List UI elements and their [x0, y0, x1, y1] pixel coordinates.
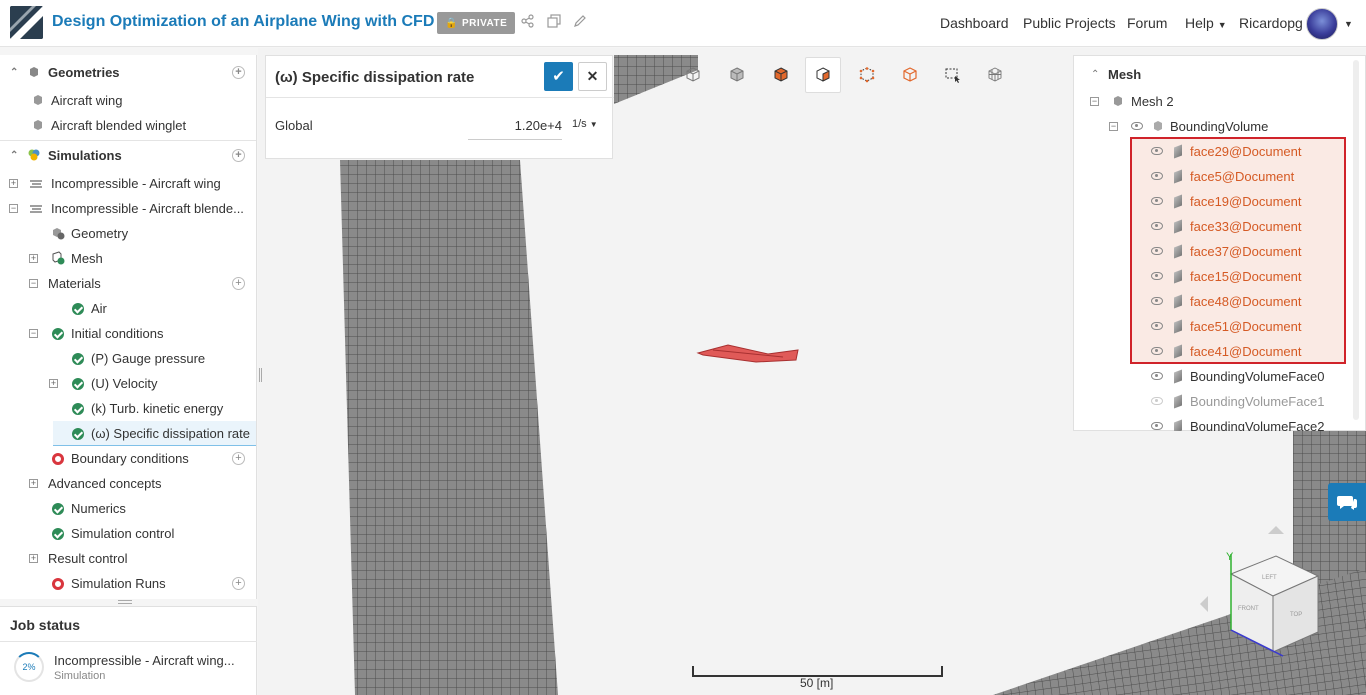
- face-icon: [1174, 294, 1182, 309]
- scene-face-row[interactable]: face37@Document: [1131, 239, 1345, 264]
- tree-boundary-conditions-label: Boundary conditions: [71, 451, 189, 466]
- axis-y-label: Y: [1226, 551, 1234, 563]
- chat-button[interactable]: [1328, 483, 1366, 521]
- scene-face-label: face33@Document: [1190, 219, 1302, 234]
- face-list: face29@Document face5@Document face19@Docu…: [0, 0, 1366, 431]
- eye-icon[interactable]: [1151, 222, 1163, 230]
- eye-icon[interactable]: [1151, 147, 1163, 155]
- face-icon: [1174, 369, 1182, 384]
- scene-face-label: face15@Document: [1190, 269, 1302, 284]
- tree-result-control[interactable]: + Result control: [0, 546, 256, 571]
- panel-resize-handle[interactable]: [118, 600, 132, 604]
- eye-icon[interactable]: [1151, 322, 1163, 330]
- face-icon: [1174, 319, 1182, 334]
- scene-face-row[interactable]: face33@Document: [1131, 214, 1345, 239]
- tree-simulation-control-label: Simulation control: [71, 526, 175, 541]
- face-icon: [1174, 269, 1182, 284]
- scale-label: 50 [m]: [800, 676, 834, 690]
- check-circle-icon: [52, 528, 64, 540]
- add-simulation-run-button[interactable]: +: [232, 577, 245, 590]
- face-icon: [1174, 194, 1182, 209]
- eye-icon[interactable]: [1151, 272, 1163, 280]
- tree-result-control-label: Result control: [48, 551, 128, 566]
- scene-face-label: face37@Document: [1190, 244, 1302, 259]
- expand-icon[interactable]: +: [29, 479, 38, 488]
- job-type: Simulation: [54, 670, 106, 682]
- scene-face-label: face29@Document: [1190, 144, 1302, 159]
- job-status-panel: Job status 2% Incompressible - Aircraft …: [0, 606, 257, 695]
- scene-face-row[interactable]: face41@Document: [1131, 339, 1345, 364]
- scene-face-label: face5@Document: [1190, 169, 1295, 184]
- eye-icon[interactable]: [1151, 347, 1163, 355]
- tree-advanced-concepts[interactable]: + Advanced concepts: [0, 471, 256, 496]
- chat-icon: [1337, 496, 1357, 510]
- cube-face-top: TOP: [1290, 612, 1302, 618]
- scene-face-label: face19@Document: [1190, 194, 1302, 209]
- face-icon: [1174, 244, 1182, 259]
- cube-face-left: LEFT: [1262, 575, 1277, 581]
- eye-icon[interactable]: [1151, 372, 1163, 380]
- scene-bv-face-label: BoundingVolumeFace1: [1190, 394, 1325, 409]
- scene-face-label: face41@Document: [1190, 344, 1302, 359]
- eye-icon[interactable]: [1151, 297, 1163, 305]
- add-boundary-condition-button[interactable]: +: [232, 452, 245, 465]
- eye-icon[interactable]: [1151, 422, 1163, 430]
- tree-advanced-concepts-label: Advanced concepts: [48, 476, 162, 491]
- face-icon: [1174, 419, 1182, 431]
- scene-bv-face-row[interactable]: BoundingVolumeFace0: [1131, 364, 1345, 389]
- check-circle-icon: [52, 503, 64, 515]
- scene-face-row[interactable]: face5@Document: [1131, 164, 1345, 189]
- tree-boundary-conditions[interactable]: Boundary conditions +: [0, 446, 256, 471]
- face-icon: [1174, 144, 1182, 159]
- eye-icon[interactable]: [1151, 197, 1163, 205]
- scene-scrollbar[interactable]: [1353, 60, 1359, 420]
- scene-face-row[interactable]: face29@Document: [1131, 139, 1345, 164]
- tree-simulation-runs[interactable]: Simulation Runs +: [0, 571, 256, 596]
- tree-simulation-control[interactable]: Simulation control: [0, 521, 256, 546]
- scene-face-row[interactable]: face15@Document: [1131, 264, 1345, 289]
- face-icon: [1174, 169, 1182, 184]
- eye-icon[interactable]: [1151, 397, 1163, 405]
- view-cube[interactable]: LEFT FRONT TOP Y: [1198, 524, 1328, 674]
- face-icon: [1174, 344, 1182, 359]
- divider: [0, 641, 257, 642]
- scene-face-label: face51@Document: [1190, 319, 1302, 334]
- face-icon: [1174, 394, 1182, 409]
- tree-numerics[interactable]: Numerics: [0, 496, 256, 521]
- cube-face-front: FRONT: [1238, 606, 1259, 612]
- scene-bv-face-label: BoundingVolumeFace0: [1190, 369, 1325, 384]
- scene-face-row[interactable]: face19@Document: [1131, 189, 1345, 214]
- scene-face-row[interactable]: face48@Document: [1131, 289, 1345, 314]
- tree-simulation-runs-label: Simulation Runs: [71, 576, 166, 591]
- scene-face-label: face48@Document: [1190, 294, 1302, 309]
- error-circle-icon: [52, 453, 64, 465]
- scene-bv-face-row[interactable]: BoundingVolumeFace2: [1131, 414, 1345, 431]
- tree-numerics-label: Numerics: [71, 501, 126, 516]
- expand-icon[interactable]: +: [29, 554, 38, 563]
- job-status-title: Job status: [10, 617, 81, 633]
- error-circle-icon: [52, 578, 64, 590]
- scene-bv-face-row[interactable]: BoundingVolumeFace1: [1131, 389, 1345, 414]
- eye-icon[interactable]: [1151, 247, 1163, 255]
- job-progress-indicator: 2%: [14, 652, 44, 682]
- scene-face-row[interactable]: face51@Document: [1131, 314, 1345, 339]
- scene-bv-face-label: BoundingVolumeFace2: [1190, 419, 1325, 431]
- face-icon: [1174, 219, 1182, 234]
- job-name[interactable]: Incompressible - Aircraft wing...: [54, 653, 235, 668]
- eye-icon[interactable]: [1151, 172, 1163, 180]
